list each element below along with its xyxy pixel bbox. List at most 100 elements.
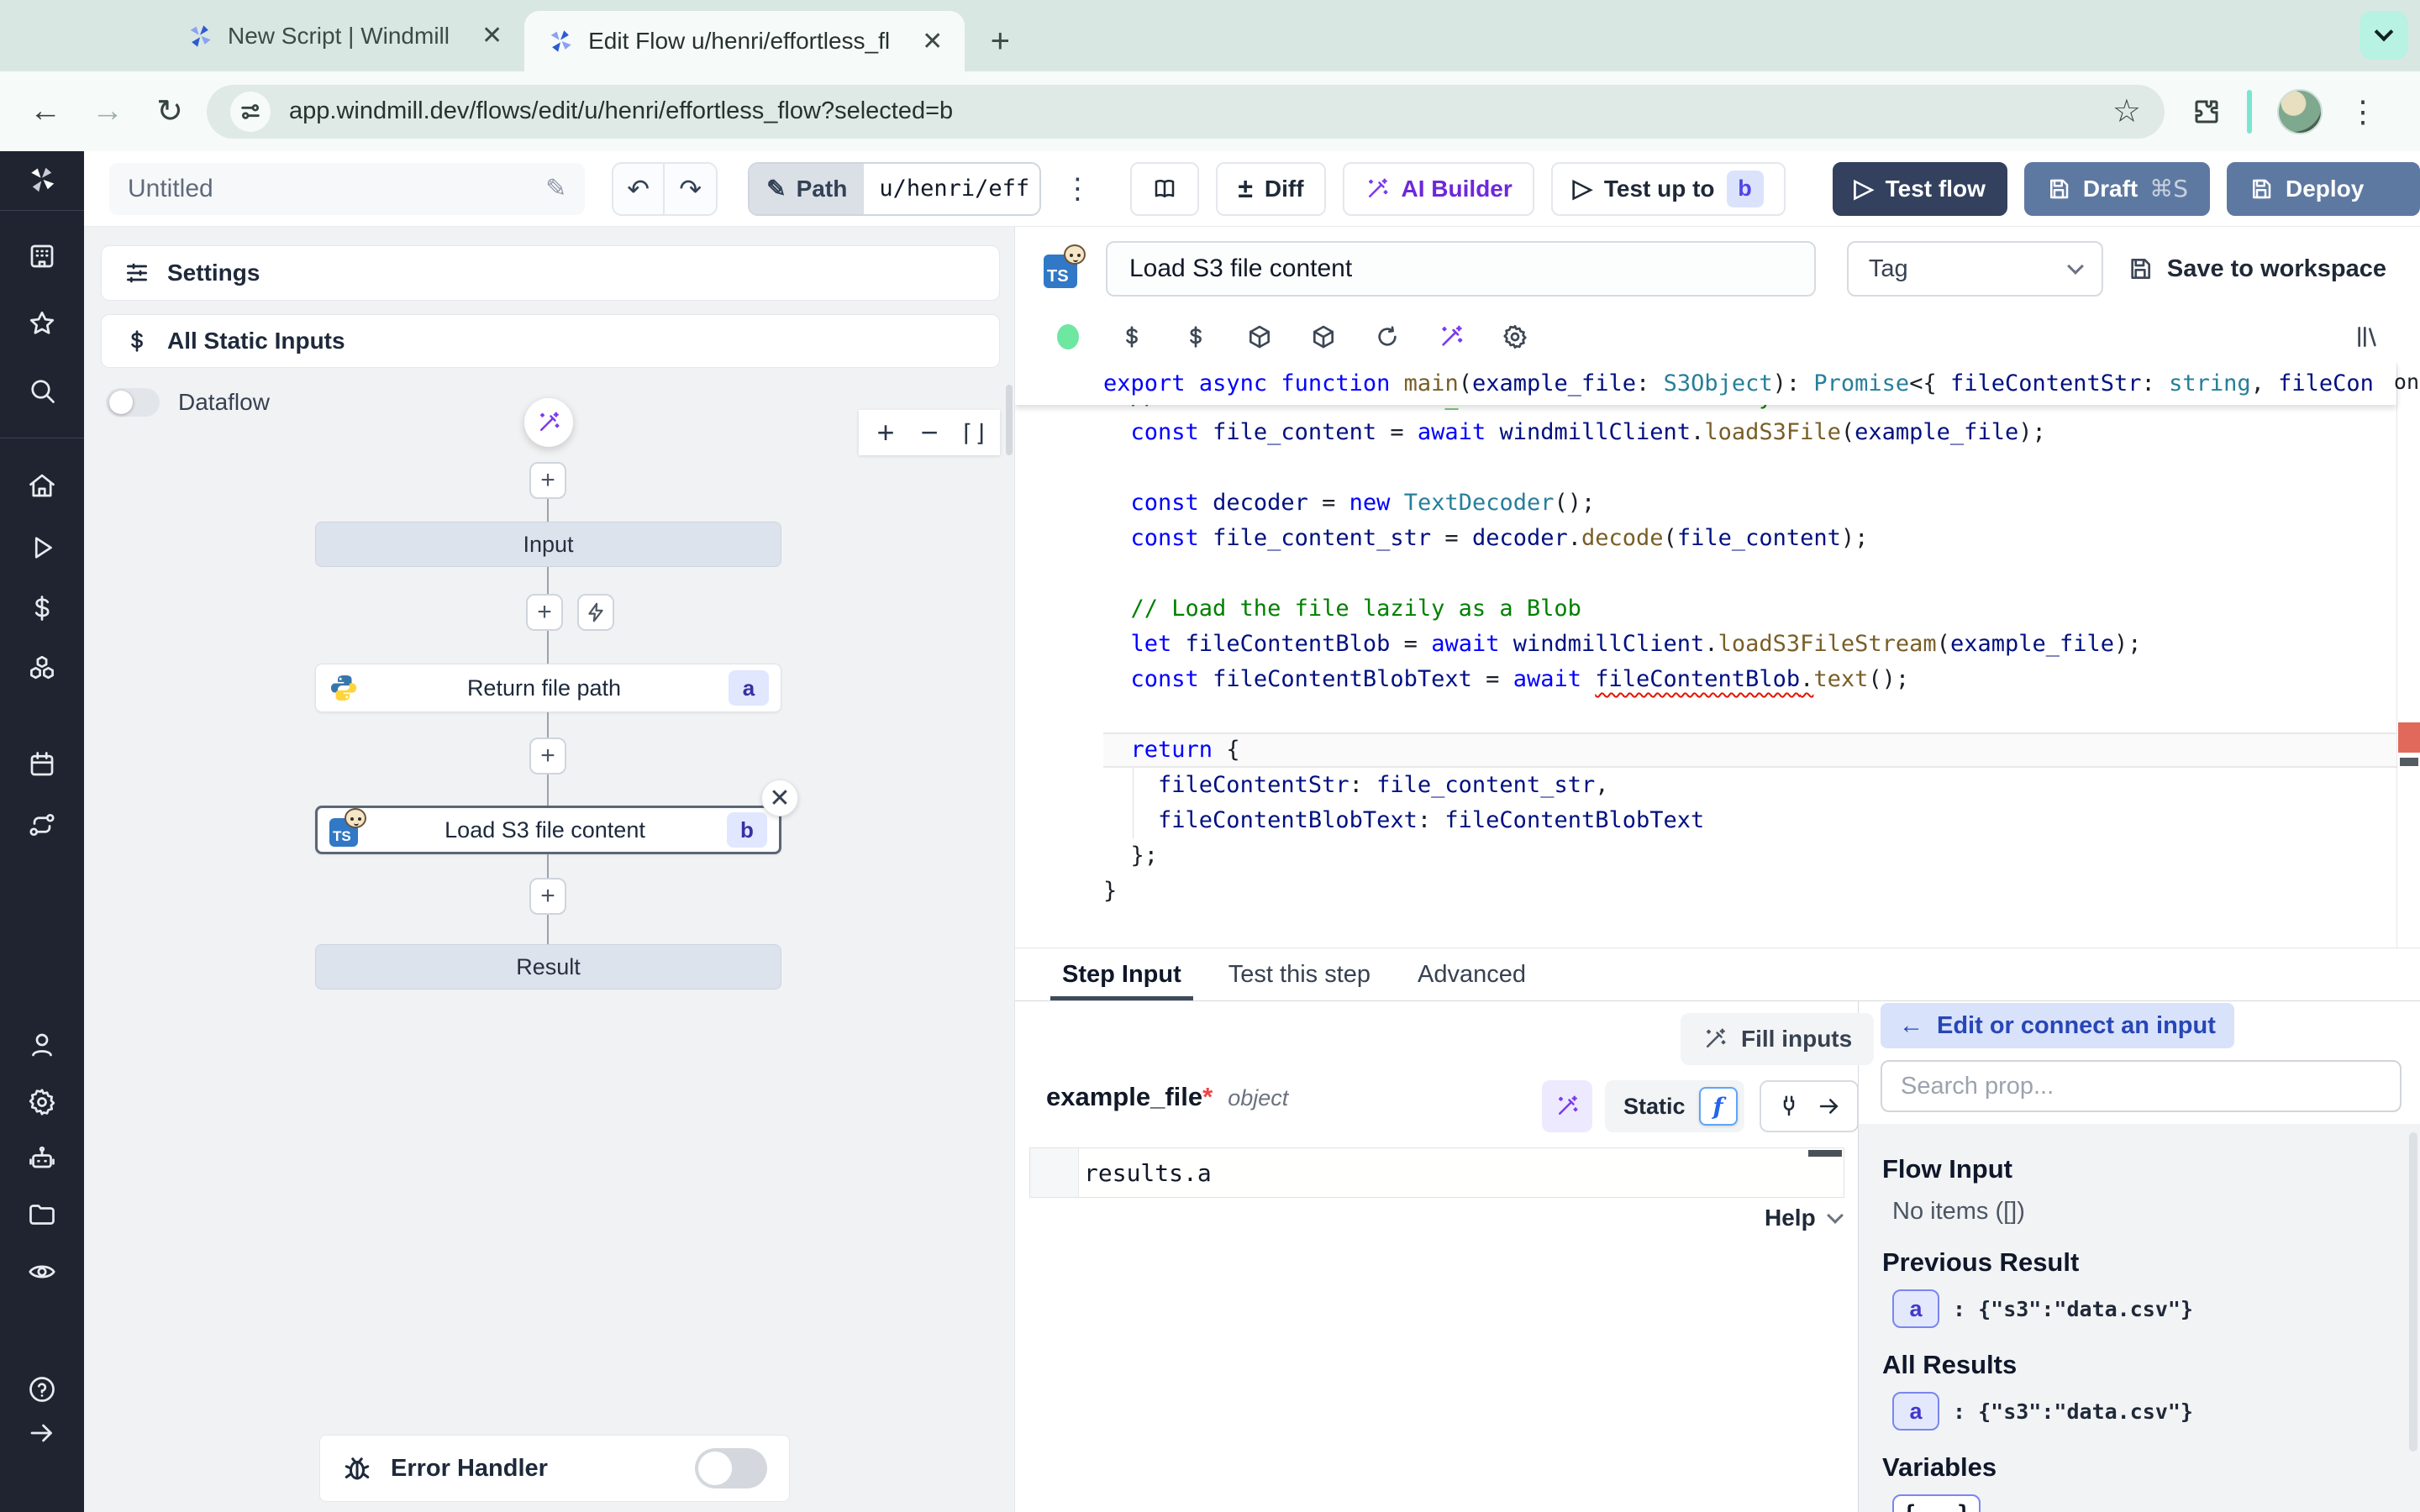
flow-input-node[interactable]: Input — [315, 522, 781, 567]
flow-name-box[interactable]: Untitled ✎ — [109, 163, 585, 215]
test-up-to-button[interactable]: ▷ Test up to b — [1551, 162, 1786, 216]
input-mode-toggle[interactable]: Static f — [1605, 1080, 1744, 1132]
add-step-button[interactable]: + — [529, 878, 566, 915]
variables-row[interactable]: {...} — [1892, 1494, 2420, 1512]
prop-picker-scrollbar[interactable] — [2409, 1132, 2417, 1452]
back-icon[interactable]: ← — [20, 93, 71, 129]
bookmark-star-icon[interactable]: ☆ — [2112, 92, 2141, 130]
test-flow-button[interactable]: ▷ Test flow — [1833, 162, 2007, 216]
dataflow-toggle[interactable] — [106, 388, 160, 417]
sidebar-item-resources[interactable] — [0, 654, 84, 684]
editor-settings-gear-icon[interactable] — [1496, 323, 1534, 350]
package-icon[interactable] — [1240, 323, 1279, 350]
edit-pencil-icon[interactable]: ✎ — [545, 174, 566, 203]
edit-or-connect-button[interactable]: ← Edit or connect an input — [1881, 1003, 2234, 1048]
tab-close-icon[interactable]: ✕ — [922, 27, 943, 56]
sidebar-item-help[interactable] — [0, 1374, 84, 1404]
add-step-button[interactable]: + — [529, 738, 566, 774]
search-prop-input[interactable]: Search prop... — [1881, 1060, 2402, 1112]
flow-result-node[interactable]: Result — [315, 944, 781, 990]
flow-settings-button[interactable]: Settings — [101, 245, 1000, 301]
sidebar-item-schedules[interactable] — [0, 749, 84, 780]
tab-advanced[interactable]: Advanced — [1418, 948, 1526, 1000]
sidebar-item-workers[interactable] — [0, 1144, 84, 1174]
add-trigger-button[interactable] — [577, 594, 614, 631]
browser-tab-inactive[interactable]: New Script | Windmill ✕ — [164, 0, 524, 71]
step-node-a[interactable]: Return file path a — [315, 664, 781, 712]
result-key-badge[interactable]: a — [1892, 1289, 1939, 1328]
library-icon[interactable] — [2348, 323, 2386, 350]
sidebar-item-workspace[interactable] — [0, 241, 84, 271]
diff-button[interactable]: ± Diff — [1216, 162, 1325, 216]
deploy-button[interactable]: Deploy — [2227, 162, 2420, 216]
address-bar[interactable]: app.windmill.dev/flows/edit/u/henri/effo… — [207, 85, 2165, 139]
help-dropdown[interactable]: Help — [1765, 1205, 1841, 1231]
field-ai-wand-button[interactable] — [1542, 1080, 1592, 1132]
sidebar-item-flows[interactable] — [0, 810, 84, 840]
browser-menu-icon[interactable]: ⋮ — [2348, 94, 2378, 129]
all-static-inputs-button[interactable]: All Static Inputs — [101, 314, 1000, 368]
expression-value[interactable]: results.a — [1079, 1148, 1844, 1197]
zoom-in-button[interactable]: + — [867, 415, 904, 450]
url-text[interactable]: app.windmill.dev/flows/edit/u/henri/effo… — [289, 97, 2094, 125]
code-editor[interactable]: // Load the entire file_content as a Uin… — [1015, 363, 2420, 948]
redo-button[interactable]: ↷ — [665, 164, 716, 214]
sidebar-collapse-button[interactable] — [0, 1418, 84, 1448]
all-results-row[interactable]: a : {"s3":"data.csv"} — [1892, 1392, 2420, 1431]
ai-builder-button[interactable]: AI Builder — [1343, 162, 1534, 216]
forward-icon[interactable]: → — [82, 93, 133, 129]
add-variable-icon[interactable] — [1113, 323, 1151, 350]
tab-test-this-step[interactable]: Test this step — [1228, 948, 1370, 1000]
sidebar-item-home[interactable] — [0, 470, 84, 501]
add-resource-icon[interactable] — [1176, 323, 1215, 350]
sidebar-item-runs[interactable] — [0, 533, 84, 563]
remove-step-button[interactable]: ✕ — [761, 780, 798, 816]
toolbar-more-icon[interactable]: ⋮ — [1041, 172, 1113, 206]
error-handler-card[interactable]: Error Handler — [319, 1435, 790, 1502]
draft-button[interactable]: Draft ⌘S — [2024, 162, 2210, 216]
new-tab-button[interactable]: + — [976, 18, 1023, 65]
expression-editor[interactable]: results.a — [1029, 1147, 1844, 1198]
step-name-input[interactable]: Load S3 file content — [1106, 241, 1816, 297]
sidebar-item-search[interactable] — [0, 375, 84, 406]
site-settings-icon[interactable] — [230, 92, 271, 132]
ai-assist-wand-icon[interactable] — [1432, 323, 1470, 350]
previous-result-row[interactable]: a : {"s3":"data.csv"} — [1892, 1289, 2420, 1328]
fit-view-icon[interactable]: ⌈ ⌋ — [955, 419, 992, 447]
extensions-puzzle-icon[interactable] — [2191, 97, 2222, 127]
tab-search-button[interactable] — [2360, 11, 2408, 60]
variables-badge[interactable]: {...} — [1892, 1494, 1981, 1512]
docs-button[interactable] — [1130, 162, 1199, 216]
sidebar-item-folders[interactable] — [0, 1200, 84, 1230]
profile-avatar[interactable] — [2277, 89, 2323, 134]
step-node-b-selected[interactable]: TS Load S3 file content b — [315, 806, 781, 854]
save-to-workspace-button[interactable]: Save to workspace — [2127, 255, 2386, 283]
path-group[interactable]: ✎Path u/henri/eff — [748, 162, 1041, 216]
add-step-button[interactable]: + — [526, 594, 563, 631]
zoom-out-button[interactable]: − — [911, 415, 948, 450]
result-key-badge[interactable]: a — [1892, 1392, 1939, 1431]
flow-panel-scrollbar[interactable] — [1006, 385, 1013, 455]
sidebar-item-settings[interactable] — [0, 1087, 84, 1117]
ai-flow-wand-button[interactable] — [524, 398, 573, 447]
tag-select[interactable]: Tag — [1847, 241, 2103, 297]
reload-icon[interactable] — [1368, 323, 1407, 350]
sidebar-item-audit[interactable] — [0, 1257, 84, 1287]
fill-inputs-button[interactable]: Fill inputs — [1681, 1013, 1874, 1065]
windmill-logo[interactable] — [0, 165, 84, 195]
code-scrollbar[interactable] — [2396, 363, 2420, 948]
add-step-top-button[interactable]: + — [529, 462, 566, 499]
scrollbar-thumb[interactable] — [2400, 758, 2418, 766]
sidebar-item-users[interactable] — [0, 1030, 84, 1060]
browser-tab-active[interactable]: Edit Flow u/henri/effortless_fl ✕ — [524, 11, 965, 71]
package-icon[interactable] — [1304, 323, 1343, 350]
error-handler-toggle[interactable] — [695, 1448, 767, 1488]
javascript-expression-icon[interactable]: f — [1699, 1087, 1738, 1126]
sidebar-item-favorites[interactable] — [0, 308, 84, 339]
connect-input-button[interactable] — [1760, 1080, 1859, 1132]
tab-close-icon[interactable]: ✕ — [481, 21, 502, 50]
undo-button[interactable]: ↶ — [613, 164, 665, 214]
sidebar-item-variables[interactable] — [0, 593, 84, 623]
tab-step-input[interactable]: Step Input — [1062, 948, 1181, 1000]
reload-icon[interactable]: ↻ — [145, 92, 195, 130]
